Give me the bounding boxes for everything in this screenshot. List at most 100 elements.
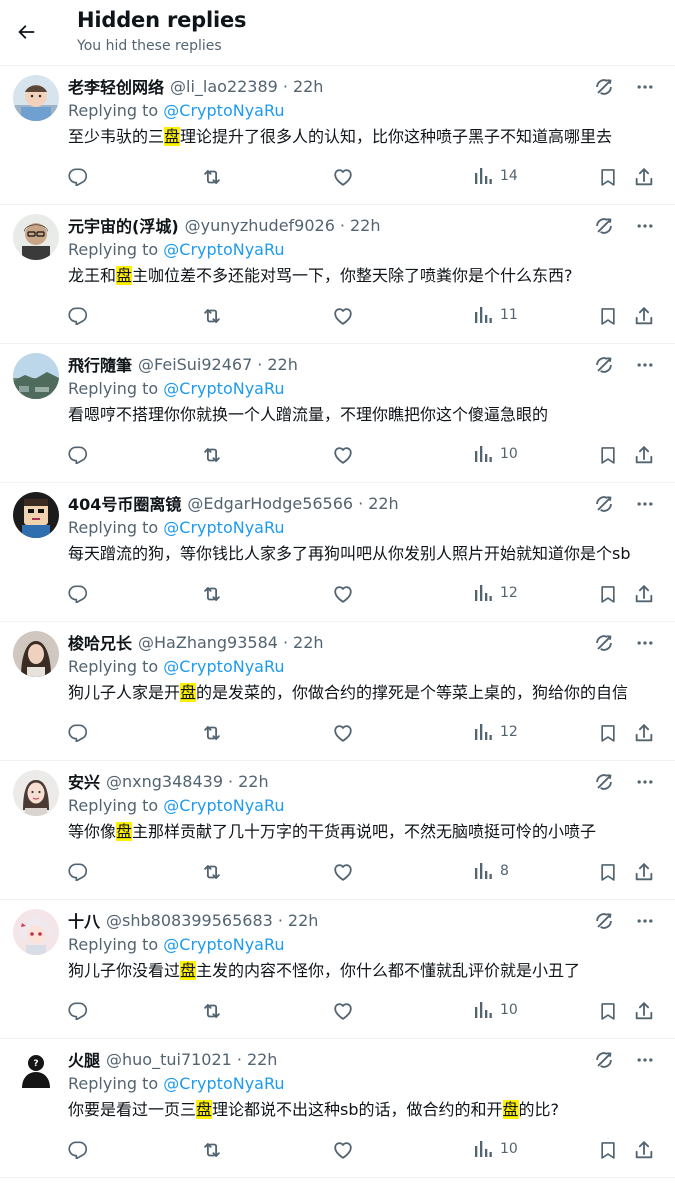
reply-button[interactable] xyxy=(68,305,88,325)
reply-button[interactable] xyxy=(68,583,88,603)
bookmark-button[interactable] xyxy=(598,166,618,188)
bookmark-button[interactable] xyxy=(598,1000,618,1022)
user-handle[interactable]: @FeiSui92467 xyxy=(138,355,252,374)
avatar[interactable] xyxy=(13,770,59,816)
views-button[interactable]: 8 xyxy=(466,861,509,881)
reply-item[interactable]: 404号币圈离镜 @EdgarHodge56566 · 22h Replying… xyxy=(0,483,675,622)
avatar[interactable] xyxy=(13,492,59,538)
share-button[interactable] xyxy=(633,583,655,605)
timestamp[interactable]: 22h xyxy=(247,1050,278,1069)
more-button[interactable] xyxy=(635,633,655,657)
share-button[interactable] xyxy=(633,722,655,744)
display-name[interactable]: 元宇宙的(浮城) xyxy=(68,213,179,237)
timestamp[interactable]: 22h xyxy=(293,633,324,652)
display-name[interactable]: 梭哈兄长 xyxy=(68,630,132,654)
share-button[interactable] xyxy=(633,1139,655,1161)
display-name[interactable]: 安兴 xyxy=(68,769,100,793)
bookmark-button[interactable] xyxy=(598,722,618,744)
replying-to-link[interactable]: @CryptoNyaRu xyxy=(163,379,284,398)
bookmark-button[interactable] xyxy=(598,305,618,327)
bookmark-button[interactable] xyxy=(598,444,618,466)
reply-button[interactable] xyxy=(68,444,88,464)
display-name[interactable]: 十八 xyxy=(68,908,100,932)
timestamp[interactable]: 22h xyxy=(288,911,319,930)
share-button[interactable] xyxy=(633,444,655,466)
like-button[interactable] xyxy=(332,166,354,188)
user-handle[interactable]: @yunyzhudef9026 xyxy=(185,216,335,235)
unhide-reply-button[interactable] xyxy=(593,1049,615,1075)
reply-item[interactable]: 老李轻创网络 @li_lao22389 · 22h Replying to @C… xyxy=(0,66,675,205)
reply-button[interactable] xyxy=(68,861,88,881)
views-button[interactable]: 12 xyxy=(466,722,518,742)
display-name[interactable]: 404号币圈离镜 xyxy=(68,491,181,515)
views-button[interactable]: 11 xyxy=(466,305,518,325)
reply-button[interactable] xyxy=(68,1139,88,1159)
like-button[interactable] xyxy=(332,305,354,327)
retweet-button[interactable] xyxy=(201,1139,223,1161)
share-button[interactable] xyxy=(633,166,655,188)
more-button[interactable] xyxy=(635,911,655,935)
reply-item[interactable]: 十八 @shb808399565683 · 22h Replying to @C… xyxy=(0,900,675,1039)
more-button[interactable] xyxy=(635,772,655,796)
retweet-button[interactable] xyxy=(201,861,223,883)
like-button[interactable] xyxy=(332,583,354,605)
replying-to-link[interactable]: @CryptoNyaRu xyxy=(163,935,284,954)
bookmark-button[interactable] xyxy=(598,583,618,605)
retweet-button[interactable] xyxy=(201,166,223,188)
user-handle[interactable]: @shb808399565683 xyxy=(106,911,273,930)
views-button[interactable]: 14 xyxy=(466,166,518,186)
back-button[interactable] xyxy=(12,18,40,46)
timestamp[interactable]: 22h xyxy=(293,77,324,96)
unhide-reply-button[interactable] xyxy=(593,76,615,102)
reply-button[interactable] xyxy=(68,1000,88,1020)
replying-to-link[interactable]: @CryptoNyaRu xyxy=(163,1074,284,1093)
reply-item[interactable]: 元宇宙的(浮城) @yunyzhudef9026 · 22h Replying … xyxy=(0,205,675,344)
retweet-button[interactable] xyxy=(201,722,223,744)
views-button[interactable]: 10 xyxy=(466,444,518,464)
unhide-reply-button[interactable] xyxy=(593,910,615,936)
replying-to-link[interactable]: @CryptoNyaRu xyxy=(163,796,284,815)
user-handle[interactable]: @HaZhang93584 xyxy=(138,633,278,652)
retweet-button[interactable] xyxy=(201,305,223,327)
more-button[interactable] xyxy=(635,1050,655,1074)
timestamp[interactable]: 22h xyxy=(238,772,269,791)
replying-to-link[interactable]: @CryptoNyaRu xyxy=(163,101,284,120)
unhide-reply-button[interactable] xyxy=(593,354,615,380)
like-button[interactable] xyxy=(332,444,354,466)
avatar[interactable] xyxy=(13,909,59,955)
display-name[interactable]: 火腿 xyxy=(68,1047,100,1071)
timestamp[interactable]: 22h xyxy=(267,355,298,374)
like-button[interactable] xyxy=(332,722,354,744)
share-button[interactable] xyxy=(633,1000,655,1022)
avatar[interactable] xyxy=(13,75,59,121)
retweet-button[interactable] xyxy=(201,583,223,605)
avatar[interactable] xyxy=(13,631,59,677)
reply-item[interactable]: 安兴 @nxng348439 · 22h Replying to @Crypto… xyxy=(0,761,675,900)
unhide-reply-button[interactable] xyxy=(593,632,615,658)
views-button[interactable]: 10 xyxy=(466,1000,518,1020)
avatar[interactable] xyxy=(13,353,59,399)
bookmark-button[interactable] xyxy=(598,1139,618,1161)
like-button[interactable] xyxy=(332,1139,354,1161)
reply-item[interactable]: 飛行隨筆 @FeiSui92467 · 22h Replying to @Cry… xyxy=(0,344,675,483)
user-handle[interactable]: @nxng348439 xyxy=(106,772,223,791)
retweet-button[interactable] xyxy=(201,1000,223,1022)
more-button[interactable] xyxy=(635,216,655,240)
replying-to-link[interactable]: @CryptoNyaRu xyxy=(163,240,284,259)
replying-to-link[interactable]: @CryptoNyaRu xyxy=(163,657,284,676)
user-handle[interactable]: @li_lao22389 xyxy=(170,77,278,96)
avatar[interactable] xyxy=(13,214,59,260)
user-handle[interactable]: @huo_tui71021 xyxy=(106,1050,232,1069)
views-button[interactable]: 10 xyxy=(466,1139,518,1159)
avatar[interactable]: ? xyxy=(13,1048,59,1094)
retweet-button[interactable] xyxy=(201,444,223,466)
timestamp[interactable]: 22h xyxy=(350,216,381,235)
display-name[interactable]: 飛行隨筆 xyxy=(68,352,132,376)
reply-item[interactable]: ? 火腿 @huo_tui71021 · 22h Replying to @Cr… xyxy=(0,1039,675,1178)
more-button[interactable] xyxy=(635,355,655,379)
user-handle[interactable]: @EdgarHodge56566 xyxy=(187,494,353,513)
unhide-reply-button[interactable] xyxy=(593,493,615,519)
more-button[interactable] xyxy=(635,494,655,518)
more-button[interactable] xyxy=(635,77,655,101)
bookmark-button[interactable] xyxy=(598,861,618,883)
